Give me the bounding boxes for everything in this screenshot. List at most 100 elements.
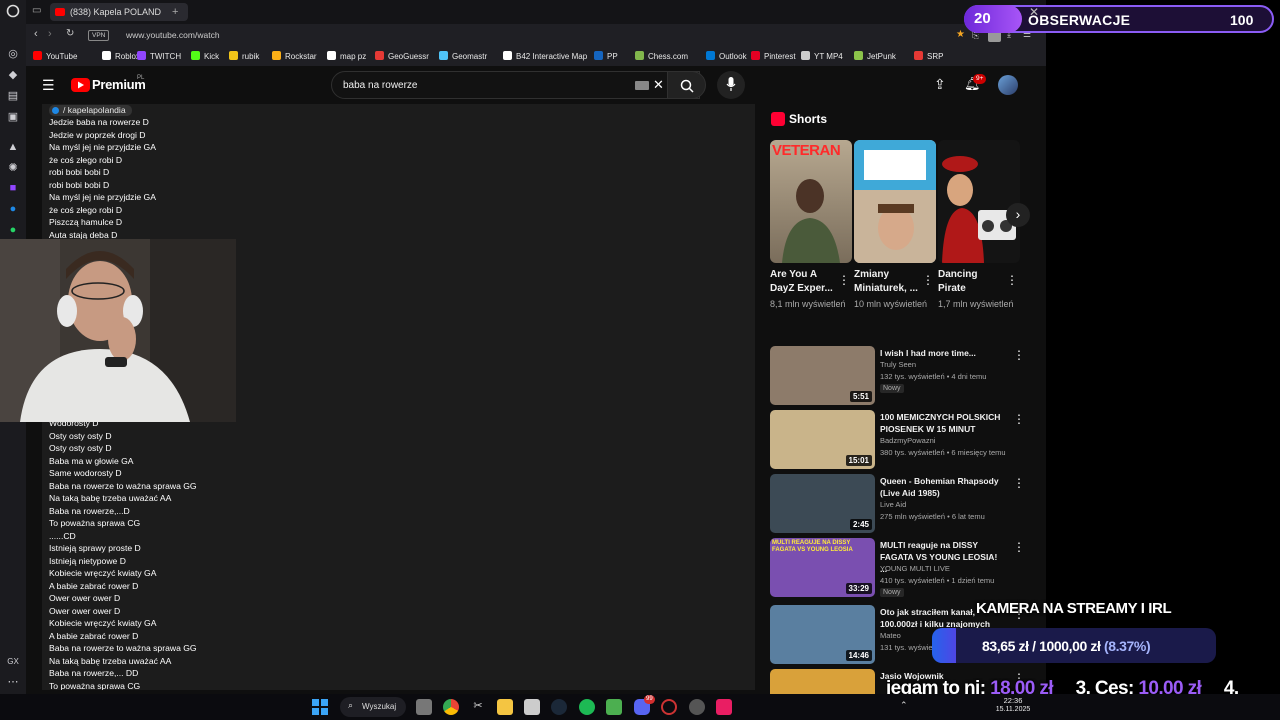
- short-thumbnail[interactable]: VETERAN: [770, 140, 852, 263]
- spotify-icon[interactable]: [579, 699, 595, 715]
- opera-logo-icon[interactable]: [5, 4, 21, 20]
- bookmark-youtube[interactable]: YouTube: [33, 49, 77, 64]
- messenger-icon[interactable]: ●: [5, 201, 21, 217]
- minecraft-icon[interactable]: [606, 699, 622, 715]
- guide-menu-icon[interactable]: ☰: [42, 77, 55, 94]
- video-card[interactable]: 15:01 100 MEMICZNYCH POLSKICH PIOSENEK W …: [770, 410, 1030, 470]
- keyboard-icon[interactable]: [635, 81, 649, 90]
- short-menu-icon[interactable]: ⋮: [922, 273, 934, 287]
- obs-icon[interactable]: [689, 699, 705, 715]
- goal-bar-fill: [932, 628, 956, 663]
- video-channel[interactable]: Live Aid: [880, 500, 906, 509]
- windows-start-icon[interactable]: [312, 699, 328, 715]
- forward-icon[interactable]: ›: [48, 28, 52, 40]
- video-channel[interactable]: Truly Seen: [880, 360, 916, 369]
- gx-icon[interactable]: GX: [5, 654, 21, 670]
- chatgpt-icon[interactable]: ✺: [5, 160, 21, 176]
- voice-search-button[interactable]: [717, 71, 745, 99]
- bookmark-star-icon[interactable]: ★: [956, 29, 965, 40]
- speed-dial-icon[interactable]: ◎: [5, 46, 21, 62]
- video-menu-icon[interactable]: ⋮: [1013, 476, 1025, 490]
- clear-search-icon[interactable]: ✕: [653, 77, 664, 93]
- bookmark-rockstar[interactable]: Rockstar: [272, 49, 317, 64]
- video-menu-icon[interactable]: ⋮: [1013, 540, 1025, 554]
- reload-icon[interactable]: ↻: [66, 28, 74, 39]
- taskbar-search[interactable]: ⌕ Wyszukaj: [340, 697, 406, 717]
- video-thumbnail[interactable]: 15:01: [770, 410, 875, 469]
- bookmark-roblox[interactable]: Roblox: [102, 49, 140, 64]
- wallet-icon[interactable]: ▣: [5, 109, 21, 125]
- bookmark-pinterest[interactable]: Pinterest: [751, 49, 796, 64]
- video-menu-icon[interactable]: ⋮: [1013, 348, 1025, 362]
- video-meta: 410 tys. wyświetleń • 1 dzień temu: [880, 576, 995, 585]
- more-icon[interactable]: ⋯: [5, 674, 21, 690]
- bookmark-map-pz[interactable]: map pz: [327, 49, 366, 64]
- new-badge: Nowy: [880, 588, 904, 597]
- video-title[interactable]: 100 MEMICZNYCH POLSKICH PIOSENEK W 15 MI…: [880, 411, 1005, 435]
- video-channel[interactable]: BadzmyPowazni: [880, 436, 935, 445]
- bookmark-outlook[interactable]: Outlook: [706, 49, 747, 64]
- bookmark-yt-mp4[interactable]: YT MP4: [801, 49, 843, 64]
- video-card[interactable]: 5:51 I wish I had more time... Truly Seen 1…: [770, 346, 1030, 406]
- video-menu-icon[interactable]: ⋮: [1013, 412, 1025, 426]
- video-card[interactable]: 2:45 Queen - Bohemian Rhapsody (Live Aid …: [770, 474, 1030, 534]
- aria-icon[interactable]: ◆: [5, 67, 21, 83]
- tab-youtube[interactable]: (838) Kapela POLAND: [50, 3, 188, 21]
- tray-chevron-icon[interactable]: ⌃: [900, 700, 908, 711]
- video-title[interactable]: I wish I had more time...: [880, 347, 1005, 359]
- short-thumbnail[interactable]: [938, 140, 1020, 263]
- bookmark-geomastr[interactable]: Geomastr: [439, 49, 487, 64]
- lyric-line: Ower ower ower D: [49, 593, 121, 603]
- shorts-icon: [771, 112, 785, 126]
- clock-time[interactable]: 22:36: [993, 696, 1033, 705]
- short-menu-icon[interactable]: ⋮: [838, 273, 850, 287]
- chrome-icon[interactable]: [443, 699, 459, 715]
- back-icon[interactable]: ‹: [34, 28, 38, 40]
- short-title[interactable]: Zmiany Miniaturek, ...: [854, 268, 924, 296]
- video-thumbnail[interactable]: MULTI REAGUJE NA DISSY FAGATA VS YOUNG L…: [770, 538, 875, 597]
- avatar[interactable]: [998, 75, 1018, 95]
- video-title[interactable]: Queen - Bohemian Rhapsody (Live Aid 1985…: [880, 475, 1005, 499]
- bookmark-b42-interactive-map[interactable]: B42 Interactive Map: [503, 49, 587, 64]
- new-tab-icon[interactable]: +: [172, 6, 178, 18]
- opera-gx-icon[interactable]: [661, 699, 677, 715]
- capcut-icon[interactable]: ✂: [470, 699, 486, 715]
- shorts-next-button[interactable]: ›: [1006, 203, 1030, 227]
- short-title[interactable]: Are You A DayZ Exper...: [770, 268, 840, 296]
- pocket-icon[interactable]: [716, 699, 732, 715]
- video-thumbnail[interactable]: 5:51: [770, 346, 875, 405]
- url-bar[interactable]: www.youtube.com/watch: [126, 30, 220, 40]
- vpn-badge[interactable]: VPN: [88, 30, 110, 41]
- short-title[interactable]: Dancing Pirate: [938, 268, 1008, 296]
- video-card[interactable]: MULTI REAGUJE NA DISSY FAGATA VS YOUNG L…: [770, 538, 1030, 598]
- app-icon[interactable]: [524, 699, 540, 715]
- search-input[interactable]: baba na rowerze ✕: [331, 71, 700, 99]
- task-view-icon[interactable]: [416, 699, 432, 715]
- clock-date[interactable]: 15.11.2025: [993, 706, 1033, 713]
- video-channel[interactable]: YOUNG MULTI LIVE: [880, 564, 950, 573]
- steam-icon[interactable]: [551, 699, 567, 715]
- bookmark-srp[interactable]: SRP: [914, 49, 943, 64]
- video-thumbnail[interactable]: 14:46: [770, 605, 875, 664]
- bookmark-chess-com[interactable]: Chess.com: [635, 49, 688, 64]
- bookmark-pp[interactable]: PP: [594, 49, 618, 64]
- short-thumbnail[interactable]: [854, 140, 936, 263]
- upload-icon[interactable]: ⇪: [934, 76, 946, 93]
- lyric-line: Baba na rowerze to ważna sprawa GG: [49, 480, 197, 491]
- twitch-icon[interactable]: ■: [5, 180, 21, 196]
- search-button[interactable]: [667, 71, 706, 99]
- video-channel[interactable]: Mateo: [880, 631, 901, 640]
- bookmark-rubik[interactable]: rubik: [229, 49, 259, 64]
- tab-menu-icon[interactable]: ▭: [32, 5, 46, 17]
- bookmark-geoguessr[interactable]: GeoGuessr: [375, 49, 429, 64]
- bookmark-kick[interactable]: Kick: [191, 49, 219, 64]
- bookmark-twitch[interactable]: TWITCH: [137, 49, 181, 64]
- bookmark-jetpunk[interactable]: JetPunk: [854, 49, 896, 64]
- youtube-logo-icon[interactable]: [71, 78, 90, 92]
- short-menu-icon[interactable]: ⋮: [1006, 273, 1018, 287]
- arrow-icon[interactable]: ▲: [5, 139, 21, 155]
- whatsapp-icon[interactable]: ●: [5, 222, 21, 238]
- video-thumbnail[interactable]: 2:45: [770, 474, 875, 533]
- news-icon[interactable]: ▤: [5, 88, 21, 104]
- file-explorer-icon[interactable]: [497, 699, 513, 715]
